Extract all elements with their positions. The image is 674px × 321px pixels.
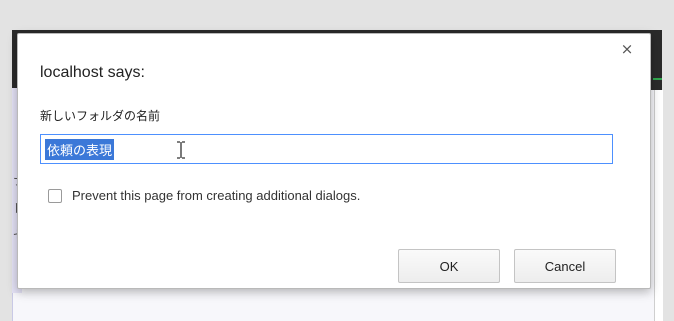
ok-button[interactable]: OK (398, 249, 500, 283)
background-right-strip (654, 90, 663, 321)
close-icon[interactable]: × (620, 42, 634, 57)
prevent-dialogs-checkbox[interactable] (48, 188, 62, 203)
ibeam-cursor-icon (177, 141, 185, 159)
dialog-message: 新しいフォルダの名前 (40, 109, 161, 123)
page: ナ レ セ × localhost says: 新しいフォルダの名前 依頼の表現… (0, 0, 674, 321)
dialog-title: localhost says: (40, 64, 145, 81)
background-accent (653, 78, 662, 80)
prompt-dialog: × localhost says: 新しいフォルダの名前 依頼の表現 Preve… (17, 33, 651, 289)
folder-name-input[interactable]: 依頼の表現 (40, 134, 613, 164)
prevent-dialogs-label[interactable]: Prevent this page from creating addition… (72, 188, 360, 203)
input-selected-text: 依頼の表現 (45, 138, 115, 160)
cancel-button[interactable]: Cancel (514, 249, 616, 283)
prevent-dialogs-row: Prevent this page from creating addition… (48, 188, 360, 203)
